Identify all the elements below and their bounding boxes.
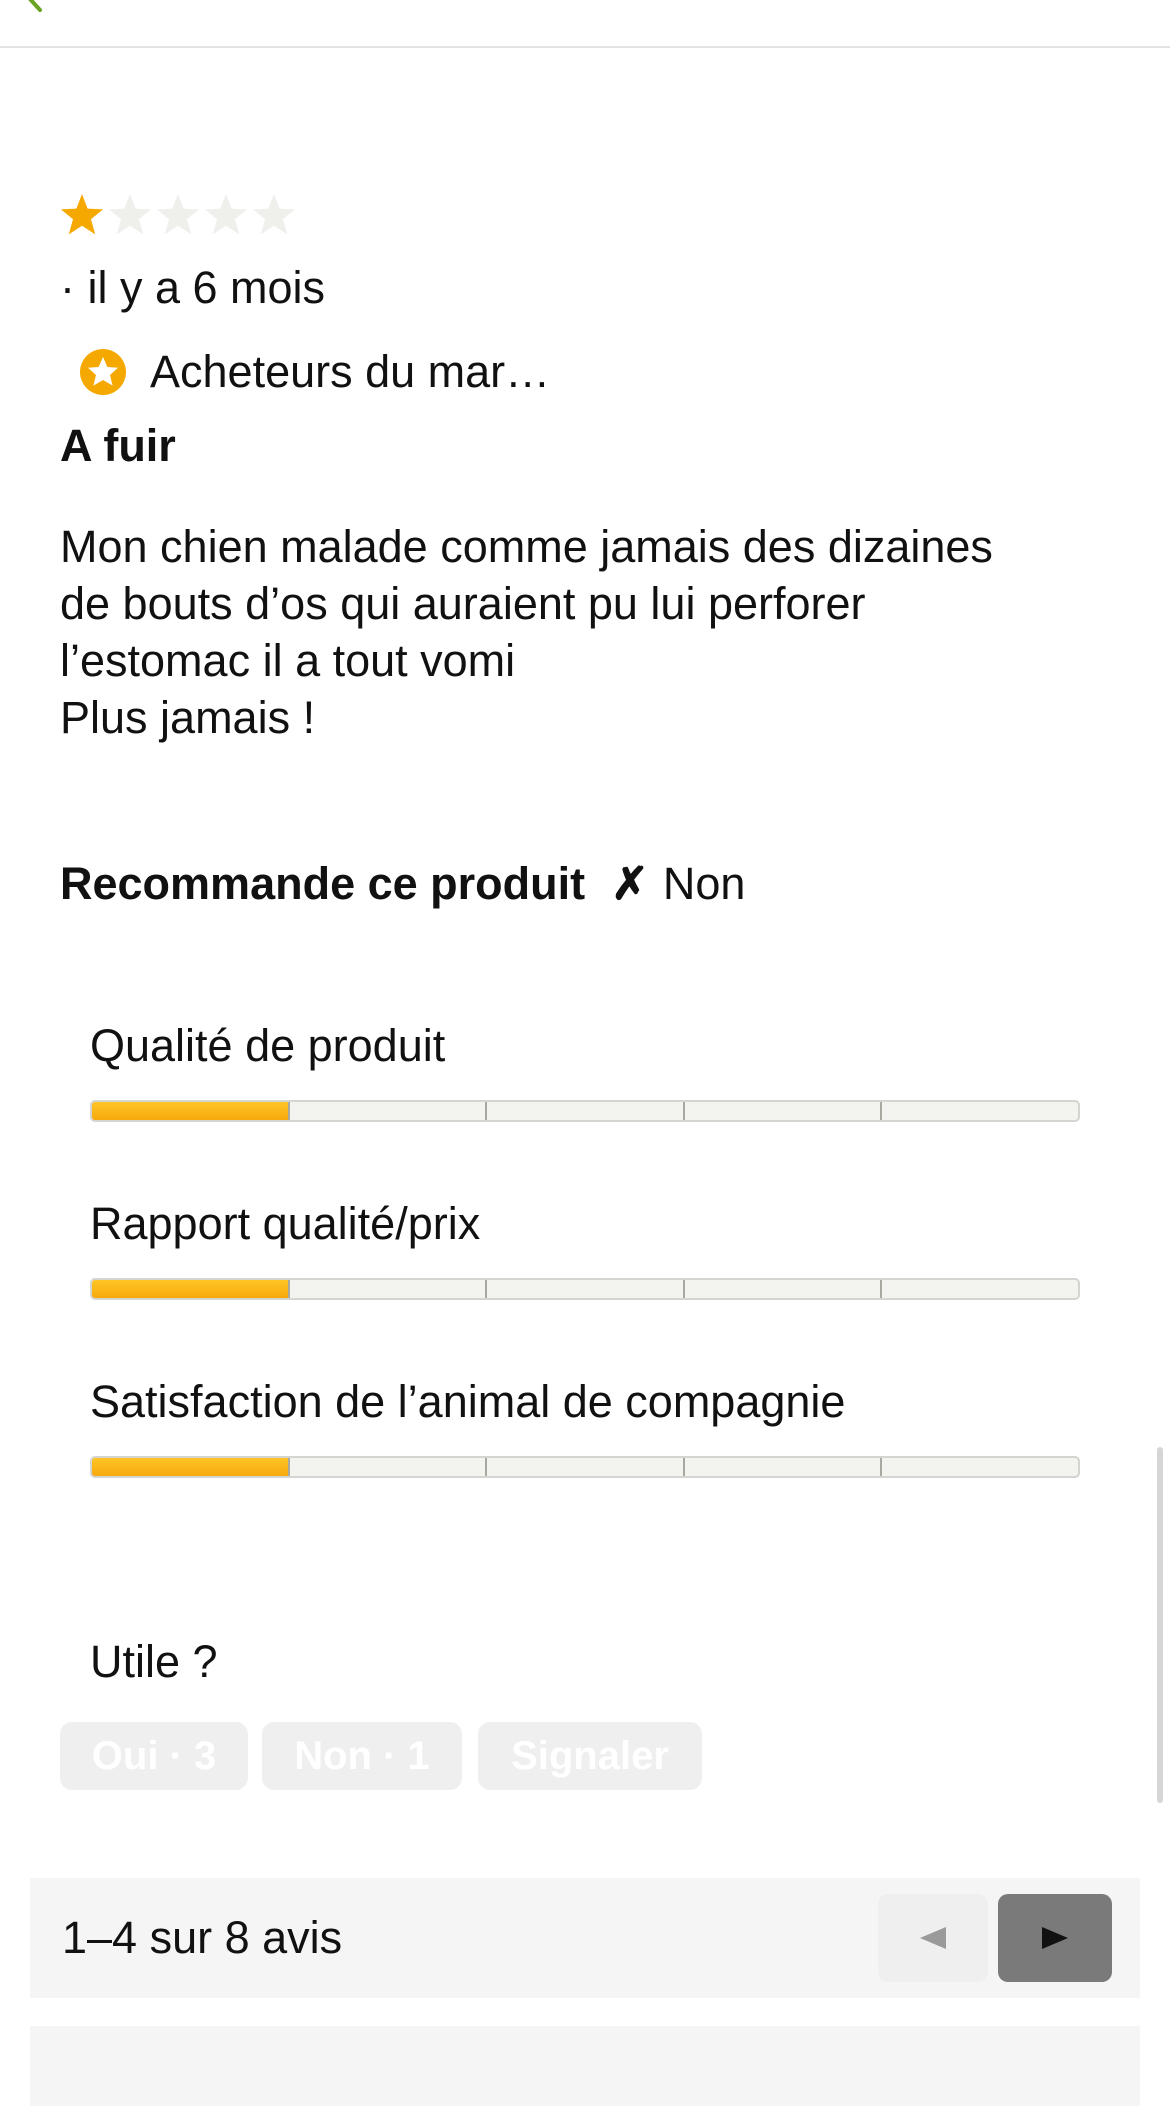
review-body: Mon chien malade comme jamais des dizain… <box>60 521 993 743</box>
review-meta: · il y a 6 mois <box>60 260 325 316</box>
badge-label: Acheteurs du mar… <box>150 346 551 397</box>
rating-bar-fill <box>92 1102 290 1120</box>
rating-bar-divider <box>879 1458 882 1476</box>
helpful-question: Utile ? <box>90 1636 218 1687</box>
rating-bar-divider <box>485 1102 488 1120</box>
recommend-value: Non <box>662 858 746 909</box>
rating-bar-quality <box>90 1100 1080 1122</box>
review-date: · il y a 6 mois <box>60 262 326 313</box>
next-page-button[interactable] <box>998 1894 1112 1982</box>
recommendation: Recommande ce produit ✗ Non <box>60 856 745 912</box>
review-title: A fuir <box>60 420 176 471</box>
top-bar <box>0 0 1170 48</box>
rating-bar-value <box>90 1278 1080 1300</box>
star-empty-icon <box>157 194 199 235</box>
star-rating <box>58 192 298 242</box>
buyer-badge: Acheteurs du mar… <box>80 344 550 400</box>
report-button[interactable]: Signaler <box>478 1722 702 1790</box>
rating-label-value: Rapport qualité/prix <box>90 1198 481 1249</box>
rating-bar-divider <box>288 1280 291 1298</box>
rating-bar-divider <box>879 1102 882 1120</box>
rating-bar-divider <box>682 1280 685 1298</box>
star-empty-icon <box>253 194 295 235</box>
star-empty-icon <box>205 194 247 235</box>
rating-bar-divider <box>682 1102 685 1120</box>
rating-bar-divider <box>485 1458 488 1476</box>
rating-bar-divider <box>682 1458 685 1476</box>
helpful-yes-button[interactable]: Oui · 3 <box>60 1722 248 1790</box>
rating-bar-fill <box>92 1458 290 1476</box>
helpful-no-button[interactable]: Non · 1 <box>262 1722 462 1790</box>
cross-icon: ✗ <box>611 858 649 909</box>
star-badge-icon <box>80 349 126 395</box>
rating-label-quality: Qualité de produit <box>90 1020 446 1071</box>
previous-page-button[interactable] <box>878 1894 988 1982</box>
rating-label-pet-satisfaction: Satisfaction de l’animal de compagnie <box>90 1376 846 1427</box>
rating-bar-divider <box>288 1102 291 1120</box>
scrollbar[interactable] <box>1157 1447 1163 1803</box>
next-section-card <box>30 2026 1140 2106</box>
chevron-left-icon[interactable] <box>22 0 48 12</box>
pagination-summary: 1–4 sur 8 avis <box>62 1912 343 1963</box>
triangle-right-icon <box>1042 1927 1068 1949</box>
star-empty-icon <box>109 194 151 235</box>
rating-bar-divider <box>485 1280 488 1298</box>
rating-bar-fill <box>92 1280 290 1298</box>
pagination-bar: 1–4 sur 8 avis <box>30 1878 1140 1998</box>
star-filled-icon <box>61 194 103 235</box>
rating-bar-pet-satisfaction <box>90 1456 1080 1478</box>
rating-bar-divider <box>288 1458 291 1476</box>
recommend-label: Recommande ce produit <box>60 858 586 909</box>
rating-bar-divider <box>879 1280 882 1298</box>
triangle-left-icon <box>920 1927 946 1949</box>
